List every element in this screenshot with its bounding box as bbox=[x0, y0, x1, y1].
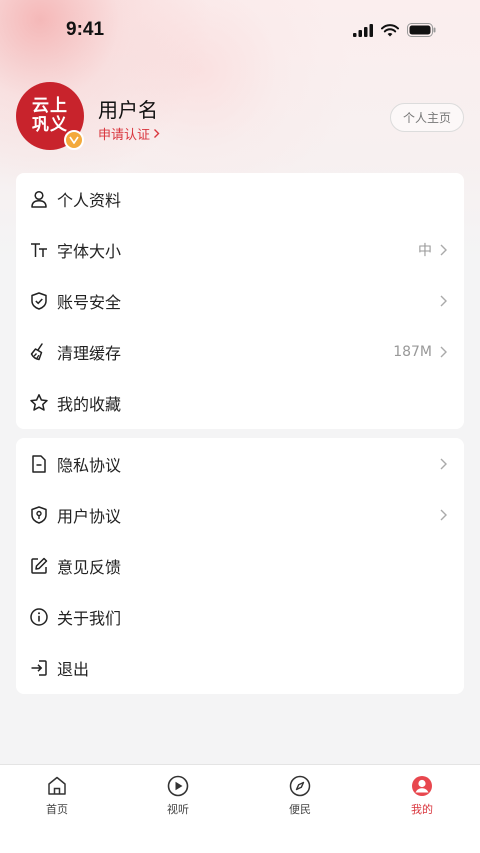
chevron-right-icon bbox=[154, 129, 160, 138]
bottom-tab-bar: 首页 视听 便民 我的 bbox=[0, 764, 480, 853]
chevron-right-icon bbox=[440, 346, 447, 357]
menu-item-label: 清理缓存 bbox=[57, 343, 122, 363]
settings-card-secondary: 隐私协议 用户协议 意见反馈 关于我们 退出 bbox=[16, 438, 464, 694]
menu-item-label: 用户协议 bbox=[57, 506, 122, 526]
tab-label: 我的 bbox=[411, 803, 433, 816]
apply-verification-link[interactable]: 申请认证 bbox=[98, 124, 160, 143]
info-icon bbox=[28, 606, 50, 628]
personal-homepage-label: 个人主页 bbox=[402, 111, 451, 125]
menu-item-label: 意见反馈 bbox=[57, 557, 122, 577]
cellular-signal-icon bbox=[353, 23, 373, 37]
tab-services[interactable]: 便民 bbox=[260, 775, 340, 817]
menu-item-profile[interactable]: 个人资料 bbox=[16, 173, 464, 224]
menu-item-label: 退出 bbox=[57, 659, 90, 679]
logout-icon bbox=[28, 657, 50, 679]
menu-item-about-us[interactable]: 关于我们 bbox=[16, 591, 464, 642]
wifi-icon bbox=[381, 23, 399, 36]
menu-item-label: 我的收藏 bbox=[57, 394, 122, 414]
shield-user-icon bbox=[28, 504, 50, 526]
menu-item-favorites[interactable]: 我的收藏 bbox=[16, 377, 464, 428]
shield-check-icon bbox=[28, 290, 50, 312]
star-icon bbox=[28, 392, 50, 414]
tab-home[interactable]: 首页 bbox=[17, 775, 97, 817]
compass-icon bbox=[289, 775, 311, 797]
font-size-value: 中 bbox=[418, 242, 432, 259]
menu-item-label: 隐私协议 bbox=[57, 455, 122, 475]
menu-item-clear-cache[interactable]: 清理缓存 187M bbox=[16, 326, 464, 377]
verified-badge-icon bbox=[64, 130, 84, 150]
profile-header: 云上 巩义 用户名 申请认证 个人主页 bbox=[16, 82, 464, 152]
menu-item-user-agreement[interactable]: 用户协议 bbox=[16, 489, 464, 540]
personal-homepage-button[interactable]: 个人主页 bbox=[389, 103, 464, 132]
play-icon bbox=[167, 775, 189, 797]
menu-item-font-size[interactable]: 字体大小 中 bbox=[16, 224, 464, 275]
user-icon bbox=[412, 776, 432, 796]
chevron-right-icon bbox=[440, 458, 447, 469]
tab-audiovisual[interactable]: 视听 bbox=[138, 775, 218, 817]
home-icon bbox=[48, 776, 66, 795]
document-icon bbox=[28, 453, 50, 475]
broom-icon bbox=[28, 341, 50, 363]
tab-mine[interactable]: 我的 bbox=[382, 775, 462, 817]
battery-icon bbox=[407, 23, 436, 37]
menu-item-account-security[interactable]: 账号安全 bbox=[16, 275, 464, 326]
settings-card-primary: 个人资料 字体大小 中 账号安全 清理缓存 187M 我的收藏 bbox=[16, 173, 464, 429]
status-time: 9:41 bbox=[66, 19, 105, 40]
chevron-right-icon bbox=[440, 509, 447, 520]
edit-icon bbox=[28, 555, 50, 577]
tab-label: 首页 bbox=[46, 803, 68, 816]
menu-item-logout[interactable]: 退出 bbox=[16, 642, 464, 693]
menu-item-feedback[interactable]: 意见反馈 bbox=[16, 540, 464, 591]
menu-item-label: 个人资料 bbox=[57, 190, 122, 210]
menu-item-label: 账号安全 bbox=[57, 292, 122, 312]
person-icon bbox=[28, 188, 50, 210]
chevron-right-icon bbox=[440, 295, 447, 306]
status-bar: 9:41 bbox=[0, 0, 480, 62]
username: 用户名 bbox=[98, 98, 158, 122]
menu-item-label: 字体大小 bbox=[57, 241, 122, 261]
menu-item-privacy-policy[interactable]: 隐私协议 bbox=[16, 438, 464, 489]
tab-label: 视听 bbox=[167, 803, 189, 816]
chevron-right-icon bbox=[440, 244, 447, 255]
cache-size-value: 187M bbox=[393, 343, 432, 360]
tab-label: 便民 bbox=[289, 803, 311, 816]
status-icons bbox=[353, 23, 436, 37]
avatar-logo-text: 云上 巩义 bbox=[32, 96, 68, 135]
apply-verification-label: 申请认证 bbox=[98, 128, 151, 143]
font-size-icon bbox=[28, 239, 50, 261]
menu-item-label: 关于我们 bbox=[57, 608, 122, 628]
